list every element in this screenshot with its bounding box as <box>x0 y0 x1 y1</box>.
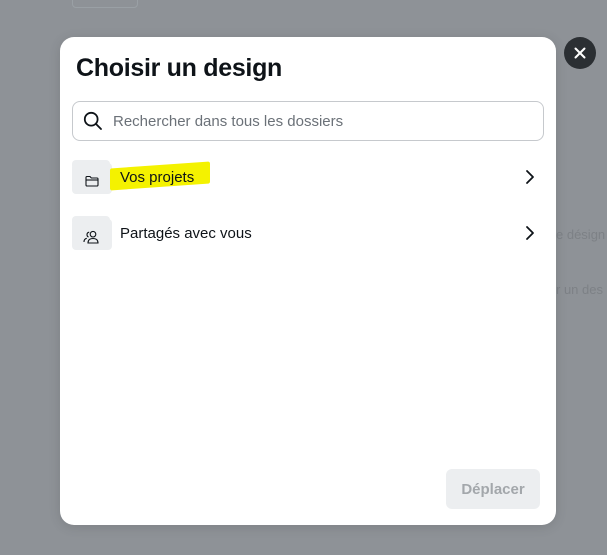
shared-users-icon <box>83 230 99 244</box>
background-chip <box>72 0 138 8</box>
search-box[interactable] <box>72 101 544 141</box>
folder-item-partages-avec-vous[interactable]: Partagés avec vous <box>72 215 544 251</box>
folder-icon <box>85 175 99 187</box>
folder-thumbnail <box>72 216 112 250</box>
folder-label: Vos projets <box>120 168 195 186</box>
chevron-right-icon <box>526 170 534 184</box>
dialog-title: Choisir un design <box>76 54 283 82</box>
search-input[interactable] <box>113 112 513 130</box>
folder-item-vos-projets[interactable]: Vos projets <box>72 159 544 195</box>
folder-thumbnail <box>72 160 112 194</box>
move-button[interactable]: Déplacer <box>446 469 540 509</box>
search-icon <box>83 111 102 130</box>
folder-label: Partagés avec vous <box>120 224 252 242</box>
background-text: r un des <box>556 282 603 297</box>
chevron-right-icon <box>526 226 534 240</box>
close-icon <box>574 47 586 59</box>
close-button[interactable] <box>564 37 596 69</box>
background-text: e désign <box>556 227 606 242</box>
choose-design-dialog: Choisir un design Vos projets <box>60 37 556 525</box>
